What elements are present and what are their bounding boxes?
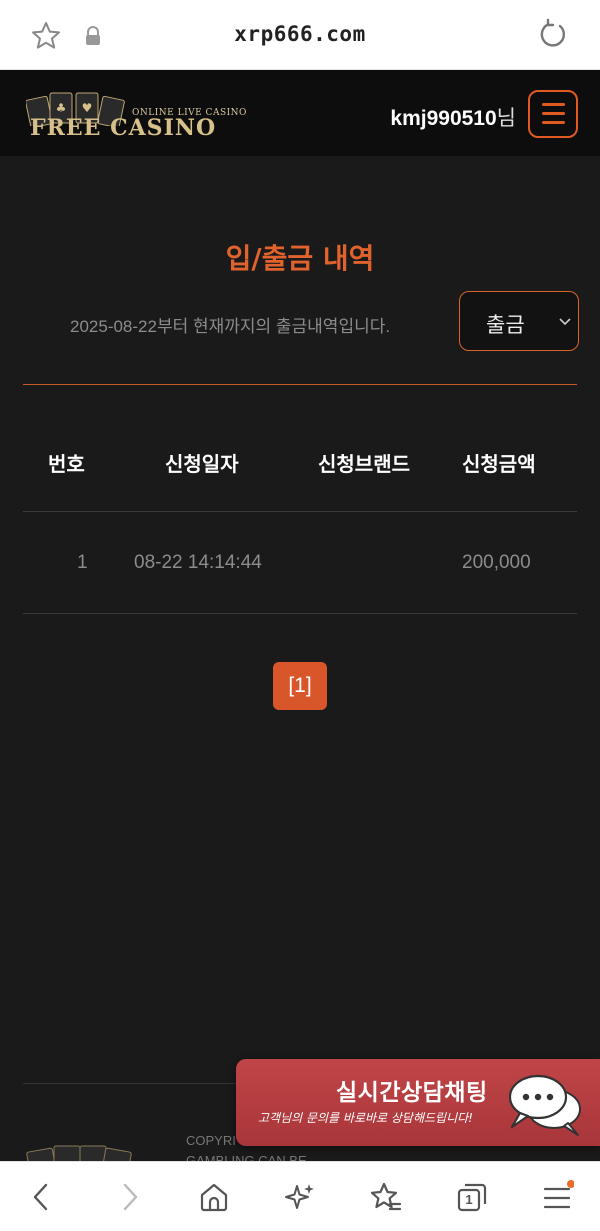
select-value: 출금	[486, 313, 525, 337]
back-icon[interactable]	[25, 1180, 59, 1214]
menu-line	[542, 103, 565, 106]
reload-icon[interactable]	[536, 18, 570, 52]
column-header-number: 번호	[48, 452, 85, 476]
site-logo[interactable]: ♣ ♥ ONLINE LIVE CASINO FREE CASINO	[26, 88, 246, 141]
forward-icon[interactable]	[112, 1180, 146, 1214]
url-text[interactable]: xrp666.com	[0, 22, 600, 46]
chat-banner-title: 실시간상담채팅	[336, 1080, 488, 1106]
history-description: 2025-08-22부터 현재까지의 출금내역입니다.	[70, 317, 391, 336]
page: { "browser": { "url": "xrp666.com", "ico…	[0, 0, 600, 1231]
hamburger-menu-button[interactable]	[528, 90, 578, 138]
table-divider	[23, 511, 577, 512]
chat-bubble-icon	[508, 1074, 581, 1136]
column-header-date: 신청일자	[165, 452, 239, 476]
page-title: 입/출금 내역	[225, 242, 375, 275]
transaction-type-select[interactable]: 출금	[459, 291, 579, 351]
browser-bottom-nav: 1	[0, 1161, 600, 1231]
tabs-icon[interactable]: 1	[455, 1180, 489, 1214]
svg-text:♣: ♣	[56, 101, 67, 115]
section-divider	[23, 384, 577, 385]
username-text: kmj990510	[390, 107, 497, 130]
browser-address-bar: xrp666.com	[0, 0, 600, 70]
logo-title: FREE CASINO	[30, 115, 217, 141]
home-icon[interactable]	[197, 1180, 231, 1214]
bookmarks-icon[interactable]	[369, 1180, 403, 1214]
pagination-page-1[interactable]: [1]	[273, 662, 327, 710]
svg-text:♥: ♥	[82, 101, 93, 115]
chevron-down-icon	[559, 318, 571, 326]
sparkle-icon[interactable]	[283, 1180, 317, 1214]
username-suffix: 님	[496, 107, 516, 130]
site-header: ♣ ♥ ONLINE LIVE CASINO FREE CASINO kmj99…	[0, 70, 600, 156]
username-label: kmj990510님	[390, 102, 516, 132]
cell-date: 08-22 14:14:44	[134, 552, 262, 573]
live-chat-banner[interactable]: 실시간상담채팅 고객님의 문의를 바로바로 상담해드립니다!	[236, 1059, 600, 1146]
menu-icon[interactable]	[540, 1180, 574, 1214]
column-header-amount: 신청금액	[462, 452, 536, 476]
tabs-count: 1	[465, 1192, 473, 1207]
menu-line	[542, 121, 565, 124]
column-header-brand: 신청브랜드	[318, 452, 410, 476]
cell-number: 1	[77, 552, 88, 573]
menu-line	[542, 112, 565, 115]
chat-banner-subtitle: 고객님의 문의를 바로바로 상담해드립니다!	[258, 1111, 473, 1125]
table-divider	[23, 613, 577, 614]
cell-amount: 200,000	[462, 552, 531, 573]
